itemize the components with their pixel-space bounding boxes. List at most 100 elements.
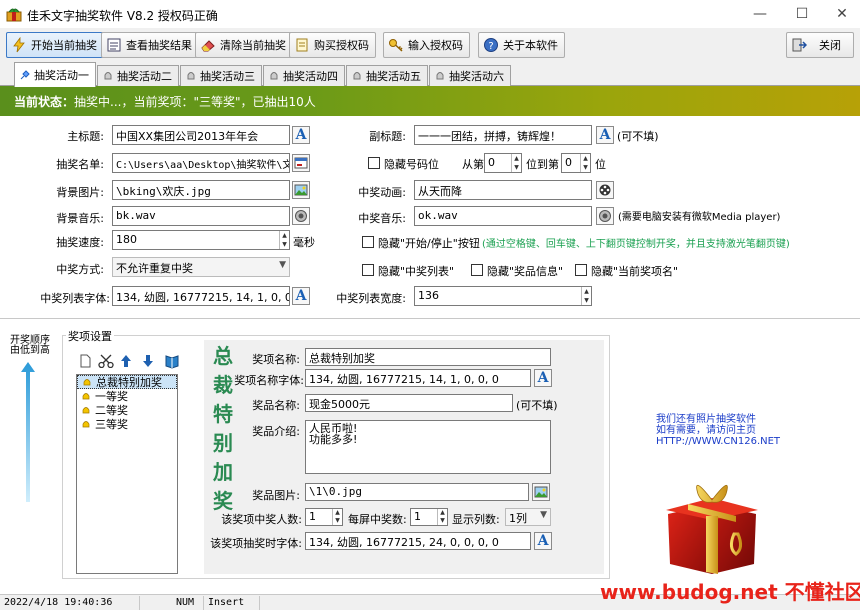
scissors-icon[interactable] [98,354,114,368]
name-list-label: 抽奖名单: [56,158,104,171]
hide-prize-name-checkbox[interactable] [575,264,587,276]
from-spinner[interactable]: 0 ▲ ▼ [484,153,522,173]
new-icon[interactable] [78,354,92,368]
book-icon[interactable] [164,353,180,369]
font-a-icon[interactable]: A [534,532,552,550]
to-label: 位到第 [526,158,559,171]
prize-group-label: 奖项设置 [66,328,114,344]
prize-name-input[interactable]: 总裁特别加奖 [305,348,551,366]
spin-arrows-icon[interactable]: ▲ ▼ [279,231,289,249]
move-down-icon[interactable] [142,354,154,368]
bell-icon [82,407,90,414]
activity-tabs: 抽奖活动一 抽奖活动二 抽奖活动三 抽奖活动四 抽奖活动五 抽奖活动六 [0,62,860,87]
spin-arrows-icon[interactable]: ▲ ▼ [437,509,447,525]
hide-win-list-checkbox[interactable] [362,264,374,276]
win-anim-input[interactable]: 从天而降 [414,180,592,200]
list-font-label: 中奖列表字体: [40,292,110,305]
win-music-input[interactable]: ok.wav [414,206,592,226]
win-count-spinner[interactable]: 1 ▲ ▼ [305,508,343,526]
browse-list-icon[interactable] [292,154,310,172]
per-screen-spinner[interactable]: 1 ▲ ▼ [410,508,448,526]
tab-activity-3[interactable]: 抽奖活动三 [180,65,262,86]
tab-activity-2[interactable]: 抽奖活动二 [97,65,179,86]
datetime-cell: 2022/4/18 19:40:36 [0,596,140,610]
speed-unit: 毫秒 [293,236,315,249]
list-icon [107,38,121,52]
speaker-icon[interactable] [292,207,310,225]
spin-arrows-icon[interactable]: ▲ ▼ [581,287,591,305]
tab-activity-4[interactable]: 抽奖活动四 [263,65,345,86]
hide-digits-label: 隐藏号码位 [384,158,439,171]
speed-spinner[interactable]: 180 ▲ ▼ [112,230,290,250]
picture-icon[interactable] [532,483,550,501]
tab-activity-1[interactable]: 抽奖活动一 [14,62,96,87]
goods-name-input[interactable]: 现金5000元 [305,394,513,412]
main-panel: 主标题: 中国XX集团公司2013年年会 A 副标题: 一一一团结，拼搏，铸辉煌… [0,116,860,594]
bell-icon [82,393,90,400]
hide-digits-checkbox[interactable] [368,157,380,169]
film-icon[interactable] [596,181,614,199]
list-item[interactable]: 三等奖 [77,417,177,431]
about-button[interactable]: ? 关于本软件 [478,32,565,58]
list-item[interactable]: 一等奖 [77,389,177,403]
goods-image-input[interactable]: \1\0.jpg [305,483,529,501]
list-width-spinner[interactable]: 136 ▲ ▼ [414,286,592,306]
enter-license-button[interactable]: 输入授权码 [383,32,470,58]
promo-link[interactable]: HTTP://WWW.CN126.NET [656,436,780,447]
sub-title-note: (可不填) [617,130,659,143]
bell-icon [83,379,91,386]
list-item[interactable]: 二等奖 [77,403,177,417]
picture-icon[interactable] [292,181,310,199]
prize-name-font-input[interactable]: 134, 幼圆, 16777215, 14, 1, 0, 0, 0 [305,369,531,387]
spin-arrows-icon[interactable]: ▲ ▼ [511,154,521,172]
hide-start-stop-label: 隐藏"开始/停止"按钮 [378,237,480,250]
to-spinner[interactable]: 0 ▲ ▼ [561,153,591,173]
minimize-button[interactable]: — [740,0,780,28]
name-list-input[interactable]: C:\Users\aa\Desktop\抽奖软件\文字抽 [112,153,290,173]
bg-image-input[interactable]: \bking\欢庆.jpg [112,180,290,200]
view-results-button[interactable]: 查看抽奖结果 [101,32,199,58]
hide-start-stop-checkbox[interactable] [362,236,374,248]
list-font-input[interactable]: 134, 幼圆, 16777215, 14, 1, 0, 0, 0 [112,286,290,306]
exit-button[interactable]: 关闭 [786,32,854,58]
font-a-icon[interactable]: A [292,126,310,144]
bell-icon [104,72,112,80]
arrow-up-icon [21,362,35,502]
main-title-input[interactable]: 中国XX集团公司2013年年会 [112,125,290,145]
font-a-icon[interactable]: A [596,126,614,144]
mode-select[interactable]: 不允许重复中奖 ▼ [112,257,290,277]
font-a-icon[interactable]: A [292,287,310,305]
document-icon [296,38,308,52]
spin-arrows-icon[interactable]: ▲ ▼ [580,154,590,172]
close-window-button[interactable]: ✕ [822,0,860,28]
sub-title-input[interactable]: 一一一团结，拼搏，铸辉煌！ [414,125,592,145]
tab-activity-5[interactable]: 抽奖活动五 [346,65,428,86]
prize-name-label: 奖项名称: [252,353,300,366]
spin-arrows-icon[interactable]: ▲ ▼ [332,509,342,525]
list-item[interactable]: 总裁特别加奖 [77,375,177,389]
prize-name-font-label: 奖项名称字体: [234,374,304,387]
hide-start-stop-note: (通过空格键、回车键、上下翻页键控制开奖，并且支持激光笔翻页键) [482,239,790,250]
clear-draw-button[interactable]: 清除当前抽奖 [195,32,293,58]
columns-select[interactable]: 1列 ▼ [505,508,551,526]
lightning-icon [13,37,25,53]
win-anim-label: 中奖动画: [358,186,406,199]
prize-big-name: 总裁特别加奖 [213,344,233,513]
promo-text[interactable]: 我们还有照片抽奖软件 如有需要，请访问主页 HTTP://WWW.CN126.N… [656,414,780,447]
goods-intro-textarea[interactable]: 人民币啦! 功能多多! [305,420,551,474]
prize-listbox[interactable]: 总裁特别加奖 一等奖 二等奖 三等奖 [76,374,178,574]
draw-font-input[interactable]: 134, 幼圆, 16777215, 24, 0, 0, 0, 0 [305,532,531,550]
move-up-icon[interactable] [120,354,132,368]
font-a-icon[interactable]: A [534,369,552,387]
tab-activity-6[interactable]: 抽奖活动六 [429,65,511,86]
start-draw-button[interactable]: 开始当前抽奖 [6,32,104,58]
goods-name-label: 奖品名称: [252,399,300,412]
buy-license-button[interactable]: 购买授权码 [289,32,376,58]
bg-music-input[interactable]: bk.wav [112,206,290,226]
status-text: 抽奖中...，当前奖项："三等奖"，已抽出10人 [74,95,316,109]
hide-prize-info-checkbox[interactable] [471,264,483,276]
maximize-button[interactable]: ☐ [782,0,822,28]
speaker-icon[interactable] [596,207,614,225]
bell-icon [436,72,444,80]
chevron-down-icon: ▼ [279,260,286,270]
